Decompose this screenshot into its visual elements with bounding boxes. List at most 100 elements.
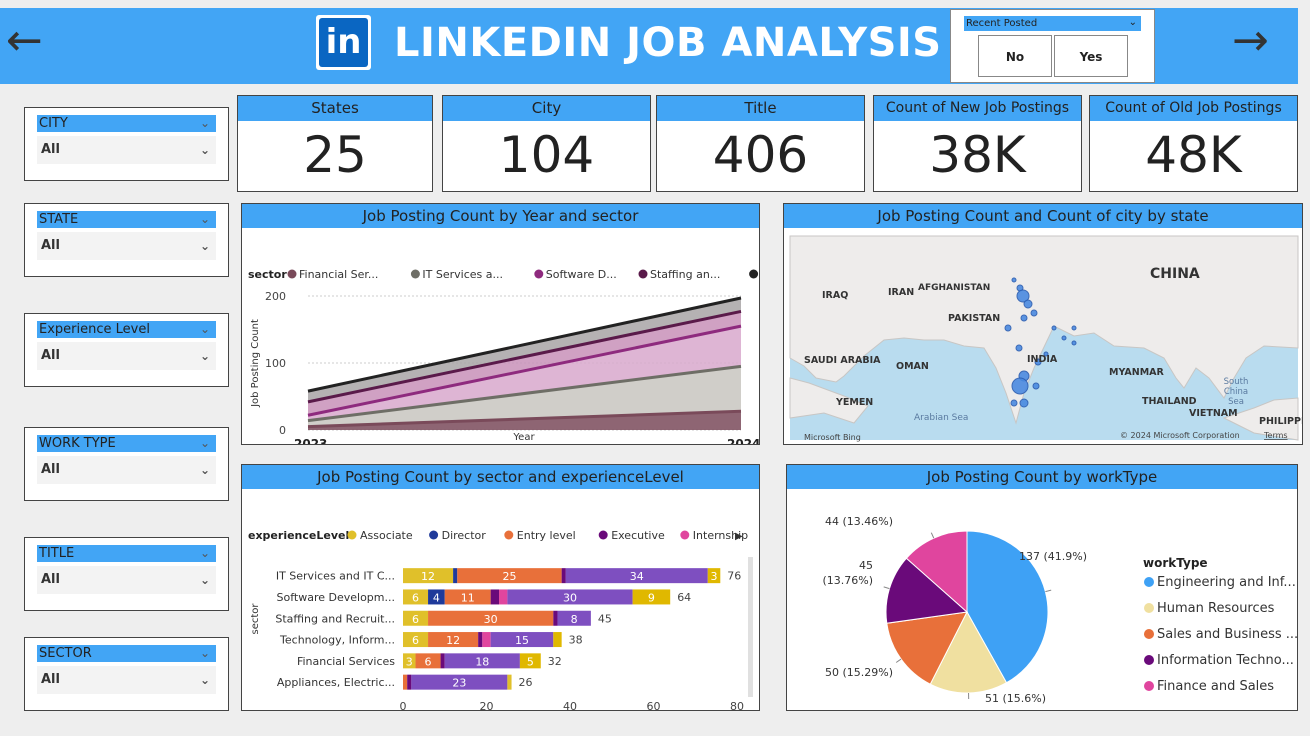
legend-label: Financial Ser... <box>299 268 378 281</box>
map-bubble <box>1011 277 1017 283</box>
kpi-card-new-postings: Count of New Job Postings 38K <box>873 95 1082 192</box>
map-label: MYANMAR <box>1109 367 1165 378</box>
legend-marker <box>410 269 420 279</box>
map-bubble <box>1019 398 1029 408</box>
map-label: IRAQ <box>822 290 848 301</box>
recent-no-button[interactable]: No <box>978 35 1052 77</box>
x-tick-label: 40 <box>563 700 577 710</box>
chevron-down-icon: ⌄ <box>1128 17 1137 28</box>
x-tick-label: 60 <box>647 700 661 710</box>
slicer-dropdown[interactable]: All ⌄ <box>37 232 216 260</box>
recent-yes-button[interactable]: Yes <box>1054 35 1128 77</box>
total-label: 32 <box>548 655 562 668</box>
recent-posted-header[interactable]: Recent Posted ⌄ <box>964 16 1141 31</box>
leader-line <box>930 532 935 539</box>
map-visual[interactable]: CHINA IRAQ IRAN AFGHANISTAN PAKISTAN INDIA SAU… <box>784 228 1305 444</box>
chevron-down-icon: ⌄ <box>199 349 210 363</box>
slice-label: (13.76%) <box>822 574 873 587</box>
map-bubble <box>1011 377 1029 395</box>
kpi-value: 25 <box>303 126 367 184</box>
legend-label: Executive <box>611 529 665 542</box>
legend-label: Engineering and Inf... <box>1157 575 1296 590</box>
x-tick-label: 0 <box>400 700 407 710</box>
map-bubble <box>1071 340 1077 346</box>
map-bubble <box>1030 309 1038 317</box>
legend-marker <box>504 530 514 540</box>
chart-title: Job Posting Count by Year and sector <box>242 204 759 228</box>
category-label: Software Developm... <box>277 591 395 604</box>
kpi-card-title: Title 406 <box>656 95 865 192</box>
category-label: Appliances, Electric... <box>277 676 395 689</box>
map-panel: Job Posting Count and Count of city by s… <box>783 203 1305 445</box>
kpi-card-states: States 25 <box>237 95 433 192</box>
area-chart-panel: Job Posting Count by Year and sector sec… <box>241 203 826 451</box>
bar-label: 5 <box>527 655 534 668</box>
map-bubble <box>1051 325 1057 331</box>
legend-marker <box>347 530 357 540</box>
category-label: Technology, Inform... <box>279 634 395 647</box>
bing-logo: Microsoft Bing <box>804 433 861 442</box>
bar-label: 6 <box>412 591 419 604</box>
terms-link: Terms <box>1263 431 1288 440</box>
kpi-label: States <box>238 96 432 121</box>
legend-marker <box>1144 681 1154 691</box>
kpi-value: 406 <box>712 126 809 184</box>
slicer-header[interactable]: WORK TYPE ⌄ <box>37 435 216 452</box>
map-label: AFGHANISTAN <box>918 283 990 293</box>
title-slicer: TITLE ⌄ All ⌄ <box>24 537 229 611</box>
forward-arrow-icon[interactable]: → <box>1232 19 1269 63</box>
slicer-dropdown[interactable]: All ⌄ <box>37 342 216 370</box>
bar-label: 3 <box>711 570 718 583</box>
bar-segment <box>561 568 566 584</box>
slice-label: 50 (15.29%) <box>825 666 893 679</box>
map-label: PAKISTAN <box>948 313 1000 324</box>
slicer-value: All <box>41 672 60 687</box>
work-type-slicer: WORK TYPE ⌄ All ⌄ <box>24 427 229 501</box>
slicer-dropdown[interactable]: All ⌄ <box>37 566 216 594</box>
y-tick-label: 100 <box>265 357 286 370</box>
slicer-header[interactable]: Experience Level ⌄ <box>37 321 216 338</box>
slicer-dropdown[interactable]: All ⌄ <box>37 136 216 164</box>
legend-label: Human Resources <box>1157 601 1275 616</box>
logo-text: in <box>319 18 368 67</box>
map-bubble <box>1023 299 1033 309</box>
x-tick-label: 80 <box>730 700 744 710</box>
legend-marker <box>749 269 759 279</box>
slice-label: 51 (15.6%) <box>985 692 1046 705</box>
kpi-card-city: City 104 <box>442 95 651 192</box>
chevron-down-icon: ⌄ <box>199 646 210 660</box>
bar-segment <box>407 674 412 690</box>
slicer-dropdown[interactable]: All ⌄ <box>37 666 216 694</box>
total-label: 64 <box>677 591 691 604</box>
legend-marker <box>534 269 544 279</box>
legend-label: Finance and Sales <box>1157 679 1274 694</box>
chevron-down-icon: ⌄ <box>199 546 210 560</box>
bar-label: 30 <box>484 613 498 626</box>
y-axis-label: sector <box>250 603 261 635</box>
leader-line <box>883 586 890 590</box>
legend-label: Associate <box>360 529 413 542</box>
slicer-header[interactable]: TITLE ⌄ <box>37 545 216 562</box>
map-label: China <box>1224 387 1248 397</box>
slicer-header[interactable]: CITY ⌄ <box>37 115 216 132</box>
bar-label: 23 <box>452 677 466 690</box>
kpi-label: City <box>443 96 650 121</box>
map-bubble <box>1020 314 1028 322</box>
map-label: IRAN <box>888 287 914 298</box>
area-chart: sector Financial Ser... IT Services a... So… <box>248 268 826 451</box>
bar-label: 11 <box>461 591 475 604</box>
bar-segment <box>482 632 491 648</box>
slicer-header[interactable]: STATE ⌄ <box>37 211 216 228</box>
legend-label: Staffing an... <box>650 268 720 281</box>
back-arrow-icon[interactable]: ← <box>6 19 43 63</box>
pie-chart-panel: Job Posting Count by workType 137 (41.9%… <box>786 464 1298 711</box>
slicer-dropdown[interactable]: All ⌄ <box>37 456 216 484</box>
slicer-header[interactable]: SECTOR ⌄ <box>37 645 216 662</box>
city-slicer: CITY ⌄ All ⌄ <box>24 107 229 181</box>
legend-marker <box>1144 655 1154 665</box>
page-title: LINKEDIN JOB ANALYSIS <box>394 20 942 66</box>
chevron-down-icon: ⌄ <box>199 322 210 336</box>
kpi-card-old-postings: Count of Old Job Postings 48K <box>1089 95 1298 192</box>
bar-label: 9 <box>648 591 655 604</box>
map-label: YEMEN <box>835 397 873 408</box>
